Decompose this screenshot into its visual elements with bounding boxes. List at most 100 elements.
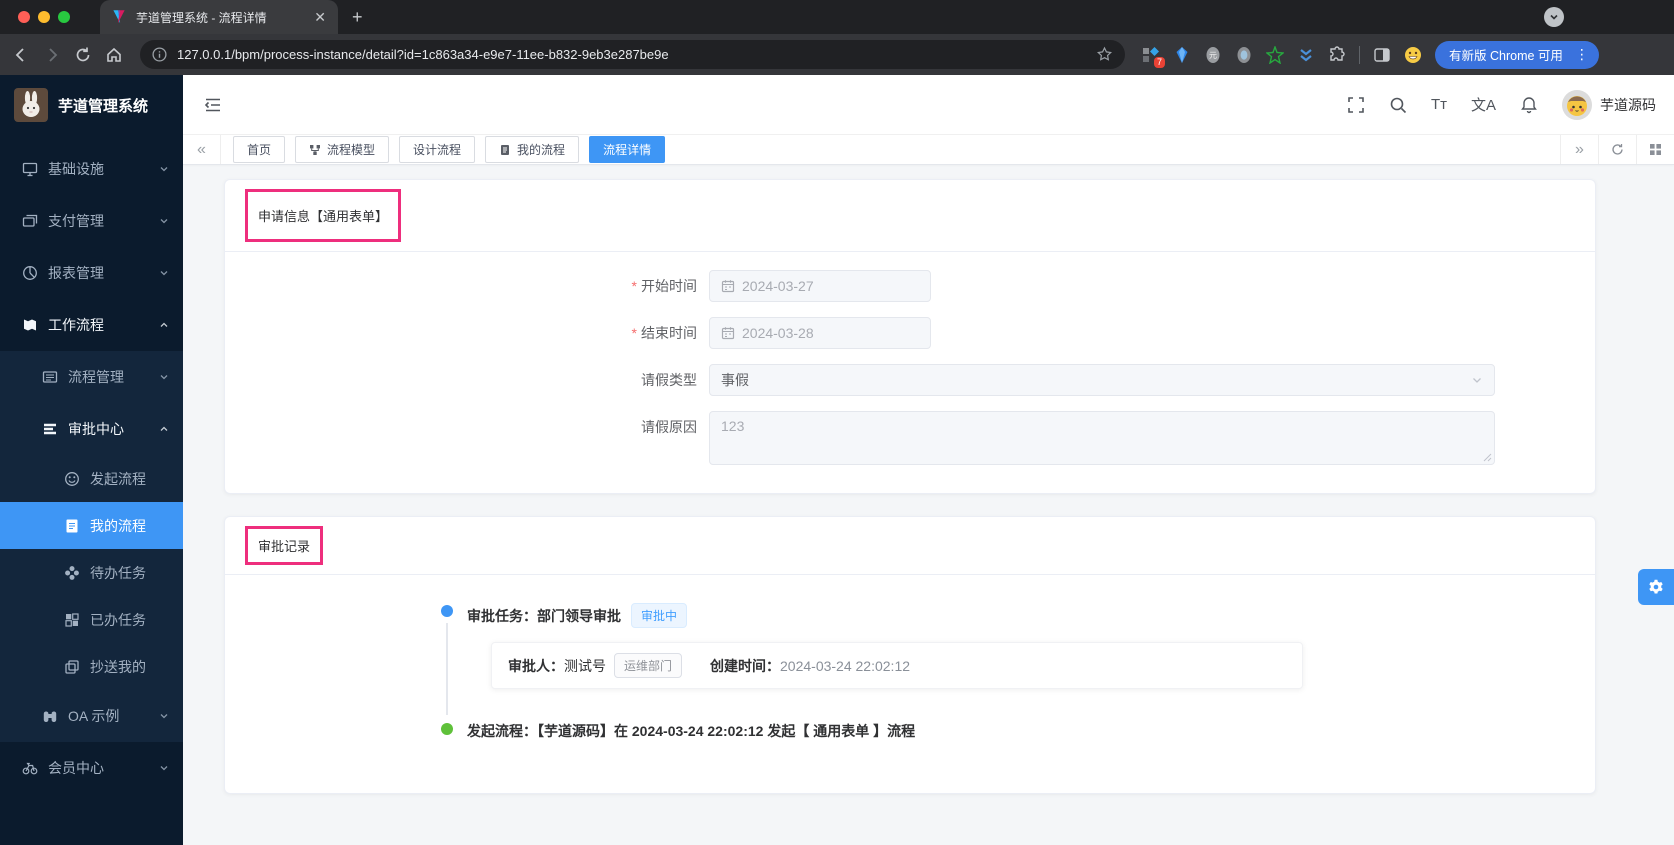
- chrome-update-label: 有新版 Chrome 可用: [1449, 49, 1563, 63]
- chevron-down-icon: [160, 375, 168, 380]
- sidebar-item-done-tasks[interactable]: 已办任务: [0, 596, 183, 643]
- end-time-input[interactable]: 2024-03-28: [709, 317, 931, 349]
- tag-tab-home[interactable]: 首页: [233, 136, 286, 163]
- extension-circle-icon[interactable]: [1235, 46, 1253, 64]
- pinwheel-icon: [65, 565, 79, 580]
- leave-reason-textarea[interactable]: 123: [709, 411, 1495, 465]
- calendar-icon: [721, 327, 735, 340]
- sidebar-item-reports[interactable]: 报表管理: [0, 247, 183, 299]
- tab-search-button[interactable]: [1544, 7, 1564, 27]
- workflow-submenu: 流程管理 审批中心 发起流程 我的流程 待办任务 已办任务 抄送我的 OA 示例: [0, 351, 183, 742]
- sidebar-item-infrastructure[interactable]: 基础设施: [0, 143, 183, 195]
- app-logo[interactable]: 芋道管理系统: [0, 75, 183, 135]
- page-content: 申请信息【通用表单】 开始时间 2024-03-27: [183, 165, 1674, 845]
- sidebar-item-label: 基础设施: [48, 161, 104, 177]
- task-title: 审批任务：部门领导审批: [467, 607, 621, 624]
- browser-menu-icon[interactable]: ⋮: [1571, 46, 1593, 63]
- theme-settings-button[interactable]: [1638, 569, 1674, 605]
- bell-icon[interactable]: [1520, 96, 1538, 114]
- extension-icons: 7 元: [1142, 45, 1422, 68]
- extensions-puzzle-icon[interactable]: [1328, 45, 1346, 64]
- end-time-label: 结束时间: [605, 317, 709, 349]
- tag-label: 首页: [247, 143, 272, 157]
- extension-yuan-icon[interactable]: 元: [1204, 46, 1222, 64]
- start-time-input[interactable]: 2024-03-27: [709, 270, 931, 302]
- approver-label: 审批人：: [508, 657, 564, 674]
- payment-icon: [22, 214, 38, 227]
- approver-name: 测试号: [564, 657, 606, 674]
- user-avatar: [1562, 89, 1592, 120]
- sidebar-item-payment[interactable]: 支付管理: [0, 195, 183, 247]
- chevron-down-icon: [160, 219, 168, 224]
- sidebar-collapse-icon[interactable]: [203, 95, 223, 115]
- macos-minimize-button[interactable]: [38, 11, 50, 23]
- leave-reason-value: 123: [721, 418, 745, 434]
- created-label: 创建时间：: [710, 657, 781, 674]
- sidebar: 芋道管理系统 基础设施 支付管理 报表管理 工作流程 流程管理 审批中心 发起流…: [0, 75, 183, 845]
- tab-close-icon[interactable]: ✕: [312, 9, 328, 26]
- tag-tab-design-process[interactable]: 设计流程: [399, 136, 476, 163]
- emoji-extension-icon[interactable]: [1404, 46, 1422, 64]
- sidebar-item-process-management[interactable]: 流程管理: [0, 351, 183, 403]
- extension-chevrons-icon[interactable]: [1297, 46, 1315, 64]
- start-event-text: 发起流程：【芋道源码】在 2024-03-24 22:02:12 发起【 通用表…: [467, 723, 916, 739]
- leave-type-select[interactable]: 事假: [709, 364, 1495, 396]
- extension-star-icon[interactable]: [1266, 45, 1284, 64]
- sidebar-item-initiate-process[interactable]: 发起流程: [0, 455, 183, 502]
- tags-menu-button[interactable]: [1636, 135, 1674, 164]
- approval-record-card: 审批记录 审批任务：部门领导审批 审批中 审批人： 测试号 运维部门 创建时间：…: [224, 516, 1596, 794]
- binoculars-icon: [43, 711, 57, 722]
- reload-icon[interactable]: [74, 46, 92, 64]
- sidebar-item-oa-example[interactable]: OA 示例: [0, 690, 183, 742]
- dept-tag: 运维部门: [614, 653, 683, 678]
- chrome-update-button[interactable]: 有新版 Chrome 可用 ⋮: [1435, 40, 1599, 69]
- tags-scroll-right[interactable]: »: [1560, 135, 1598, 164]
- leave-reason-label: 请假原因: [641, 419, 697, 435]
- side-panel-icon[interactable]: [1373, 46, 1391, 64]
- toolbar-divider: [1359, 45, 1360, 64]
- macos-zoom-button[interactable]: [58, 11, 70, 23]
- approval-timeline: 审批任务：部门领导审批 审批中 审批人： 测试号 运维部门 创建时间： 2024…: [225, 575, 1595, 793]
- sidebar-item-todo-tasks[interactable]: 待办任务: [0, 549, 183, 596]
- font-size-icon[interactable]: Tт: [1431, 96, 1447, 113]
- home-icon[interactable]: [105, 46, 123, 64]
- resize-handle-icon[interactable]: [1483, 453, 1492, 462]
- leave-type-value: 事假: [721, 372, 749, 388]
- tag-tab-my-process[interactable]: 我的流程: [485, 136, 580, 163]
- chevron-down-icon: [1550, 14, 1558, 20]
- tag-label: 流程详情: [603, 143, 652, 157]
- search-icon[interactable]: [1389, 96, 1407, 114]
- timeline-item-start: 发起流程：【芋道源码】在 2024-03-24 22:02:12 发起【 通用表…: [441, 721, 1575, 741]
- application-info-card: 申请信息【通用表单】 开始时间 2024-03-27: [224, 179, 1596, 494]
- created-time: 2024-03-24 22:02:12: [780, 657, 911, 674]
- new-tab-button[interactable]: +: [352, 7, 363, 28]
- site-info-icon[interactable]: [152, 47, 167, 62]
- back-icon[interactable]: [12, 46, 30, 64]
- forward-icon[interactable]: [43, 46, 61, 64]
- sidebar-item-label: 工作流程: [48, 317, 104, 333]
- sidebar-item-my-process[interactable]: 我的流程: [0, 502, 183, 549]
- fullscreen-icon[interactable]: [1347, 96, 1365, 114]
- extension-gem-icon[interactable]: [1173, 46, 1191, 64]
- sidebar-item-workflow[interactable]: 工作流程: [0, 299, 183, 351]
- user-menu[interactable]: 芋道源码: [1562, 89, 1656, 120]
- browser-tab[interactable]: 芋道管理系统 - 流程详情 ✕: [100, 0, 338, 34]
- locale-icon[interactable]: 文A: [1471, 94, 1496, 115]
- bookmark-star-icon[interactable]: [1096, 46, 1113, 63]
- sidebar-menu: 基础设施 支付管理 报表管理 工作流程 流程管理 审批中心 发起流程 我的流程 …: [0, 135, 183, 794]
- macos-close-button[interactable]: [18, 11, 30, 23]
- sidebar-item-cc-me[interactable]: 抄送我的: [0, 643, 183, 690]
- tags-scroll-left[interactable]: «: [183, 135, 221, 164]
- tags-refresh-button[interactable]: [1598, 135, 1636, 164]
- pie-chart-icon: [23, 266, 37, 280]
- extension-blocks-icon[interactable]: 7: [1142, 46, 1165, 68]
- sidebar-item-member-center[interactable]: 会员中心: [0, 742, 183, 794]
- url-bar[interactable]: 127.0.0.1/bpm/process-instance/detail?id…: [140, 40, 1125, 69]
- tag-tab-process-detail[interactable]: 流程详情: [589, 136, 666, 163]
- url-text: 127.0.0.1/bpm/process-instance/detail?id…: [177, 47, 669, 62]
- sidebar-item-label: 报表管理: [48, 265, 104, 281]
- sidebar-item-approval-center[interactable]: 审批中心: [0, 403, 183, 455]
- tag-tab-process-model[interactable]: 流程模型: [295, 136, 390, 163]
- start-time-label: 开始时间: [605, 270, 709, 302]
- sidebar-item-label: 已办任务: [90, 611, 146, 628]
